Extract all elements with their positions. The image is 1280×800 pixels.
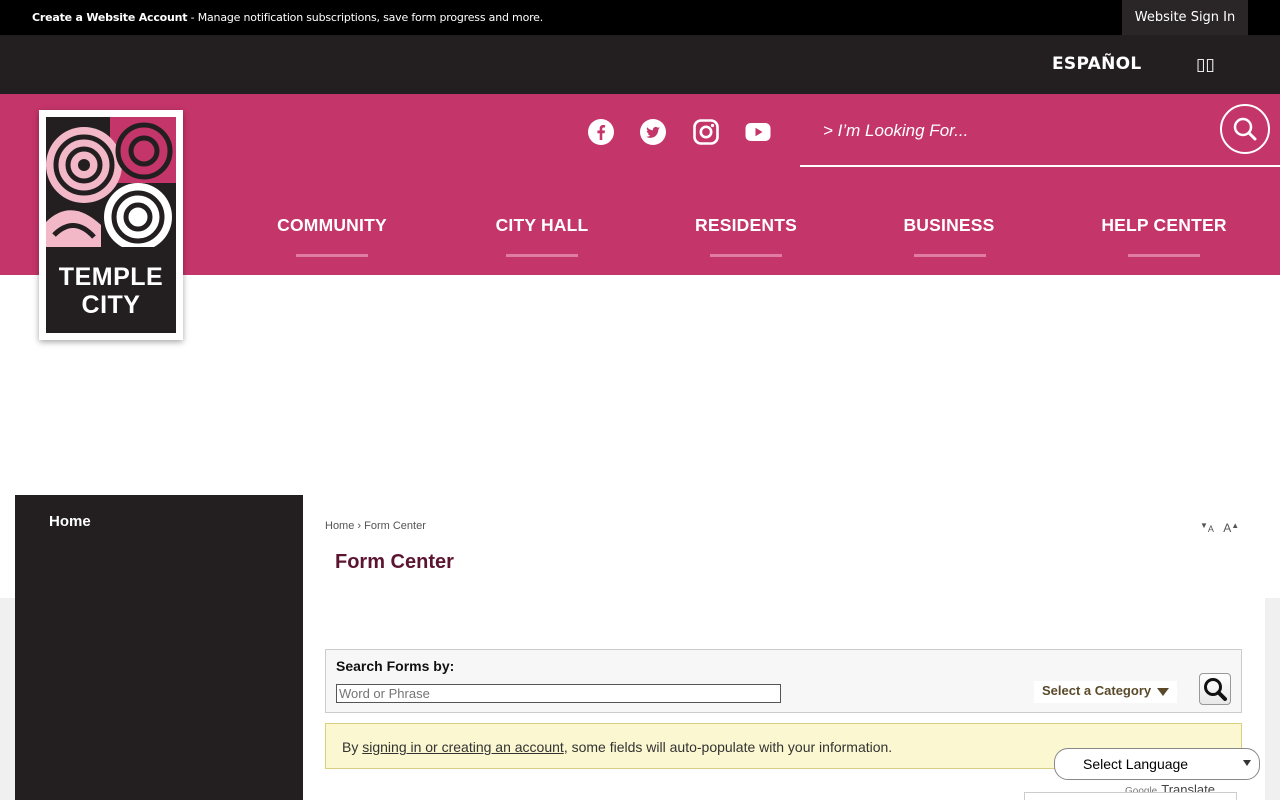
nav-residents[interactable]: RESIDENTS bbox=[690, 215, 802, 236]
notice-suffix: , some fields will auto-populate with yo… bbox=[563, 739, 893, 755]
page-title: Form Center bbox=[335, 551, 454, 573]
site-search-button[interactable] bbox=[1220, 104, 1270, 154]
logo-line-city: CITY bbox=[81, 291, 141, 319]
site-search-input[interactable]: > I’m Looking For... bbox=[823, 121, 968, 141]
autopopulate-text: By signing in or creating an account, so… bbox=[342, 739, 892, 755]
website-sign-in-button[interactable]: Website Sign In bbox=[1122, 0, 1248, 35]
chinese-link[interactable]: ▯▯ bbox=[1196, 55, 1215, 75]
caret-up-icon: ▲ bbox=[1231, 521, 1240, 530]
logo-text: TEMPLE CITY bbox=[46, 263, 176, 319]
breadcrumb-current: Form Center bbox=[364, 520, 426, 532]
bottom-panel-edge bbox=[1024, 792, 1237, 800]
espanol-link[interactable]: ESPAÑOL bbox=[1052, 54, 1142, 74]
font-increase-button[interactable]: A▲ bbox=[1223, 521, 1239, 535]
site-search[interactable]: > I’m Looking For... bbox=[800, 103, 1280, 167]
nav-help-center-underline bbox=[1128, 254, 1200, 257]
camellia-art-icon bbox=[46, 117, 176, 247]
nav-city-hall[interactable]: CITY HALL bbox=[492, 215, 592, 236]
form-search-input[interactable] bbox=[336, 684, 781, 703]
category-select-label: Select a Category bbox=[1042, 683, 1152, 698]
search-forms-label: Search Forms by: bbox=[336, 658, 455, 674]
notice-prefix: By bbox=[342, 739, 363, 755]
language-bar: ESPAÑOL ▯▯ bbox=[0, 35, 1280, 94]
nav-city-hall-underline bbox=[506, 254, 578, 257]
caret-down-icon: ▼ bbox=[1200, 521, 1208, 530]
search-icon bbox=[1204, 678, 1227, 701]
instagram-icon[interactable] bbox=[693, 119, 719, 145]
breadcrumb-home[interactable]: Home bbox=[325, 520, 354, 532]
search-icon bbox=[1233, 117, 1257, 141]
top-notification-bar: Create a Website Account - Manage notifi… bbox=[0, 0, 1280, 35]
sidebar-item-home[interactable]: Home bbox=[49, 513, 91, 530]
nav-community-underline bbox=[296, 254, 368, 257]
form-search-panel: Search Forms by: Select a Category bbox=[325, 649, 1242, 713]
nav-business-underline bbox=[914, 254, 986, 257]
logo-panel: TEMPLE CITY bbox=[46, 117, 176, 333]
chevron-down-icon bbox=[1157, 687, 1170, 696]
font-decrease-label: A bbox=[1207, 524, 1214, 534]
facebook-icon[interactable] bbox=[588, 119, 614, 145]
sidebar: Home bbox=[15, 495, 303, 800]
chevron-down-icon bbox=[1243, 760, 1251, 766]
form-search-button[interactable] bbox=[1199, 673, 1231, 705]
create-account-description: - Manage notification subscriptions, sav… bbox=[187, 11, 544, 24]
nav-residents-underline bbox=[710, 254, 782, 257]
nav-community[interactable]: COMMUNITY bbox=[272, 215, 392, 236]
account-notice: Create a Website Account - Manage notifi… bbox=[32, 11, 543, 24]
create-account-link[interactable]: Create a Website Account bbox=[32, 11, 188, 24]
language-select[interactable]: Select Language bbox=[1054, 748, 1260, 780]
category-select[interactable]: Select a Category bbox=[1034, 681, 1178, 703]
breadcrumb: Home › Form Center bbox=[325, 520, 426, 532]
sign-in-create-account-link[interactable]: signing in or creating an account bbox=[362, 739, 564, 755]
font-size-controls: ▼A A▲ bbox=[1200, 521, 1239, 535]
nav-business[interactable]: BUSINESS bbox=[898, 215, 1000, 236]
twitter-icon[interactable] bbox=[640, 119, 666, 145]
language-select-label: Select Language bbox=[1083, 756, 1189, 772]
youtube-icon[interactable] bbox=[745, 119, 771, 145]
breadcrumb-separator: › bbox=[357, 520, 362, 532]
logo-line-temple: TEMPLE bbox=[58, 263, 164, 291]
font-decrease-button[interactable]: ▼A bbox=[1200, 521, 1214, 535]
nav-help-center[interactable]: HELP CENTER bbox=[1096, 215, 1232, 236]
temple-city-logo[interactable]: TEMPLE CITY bbox=[39, 110, 183, 340]
